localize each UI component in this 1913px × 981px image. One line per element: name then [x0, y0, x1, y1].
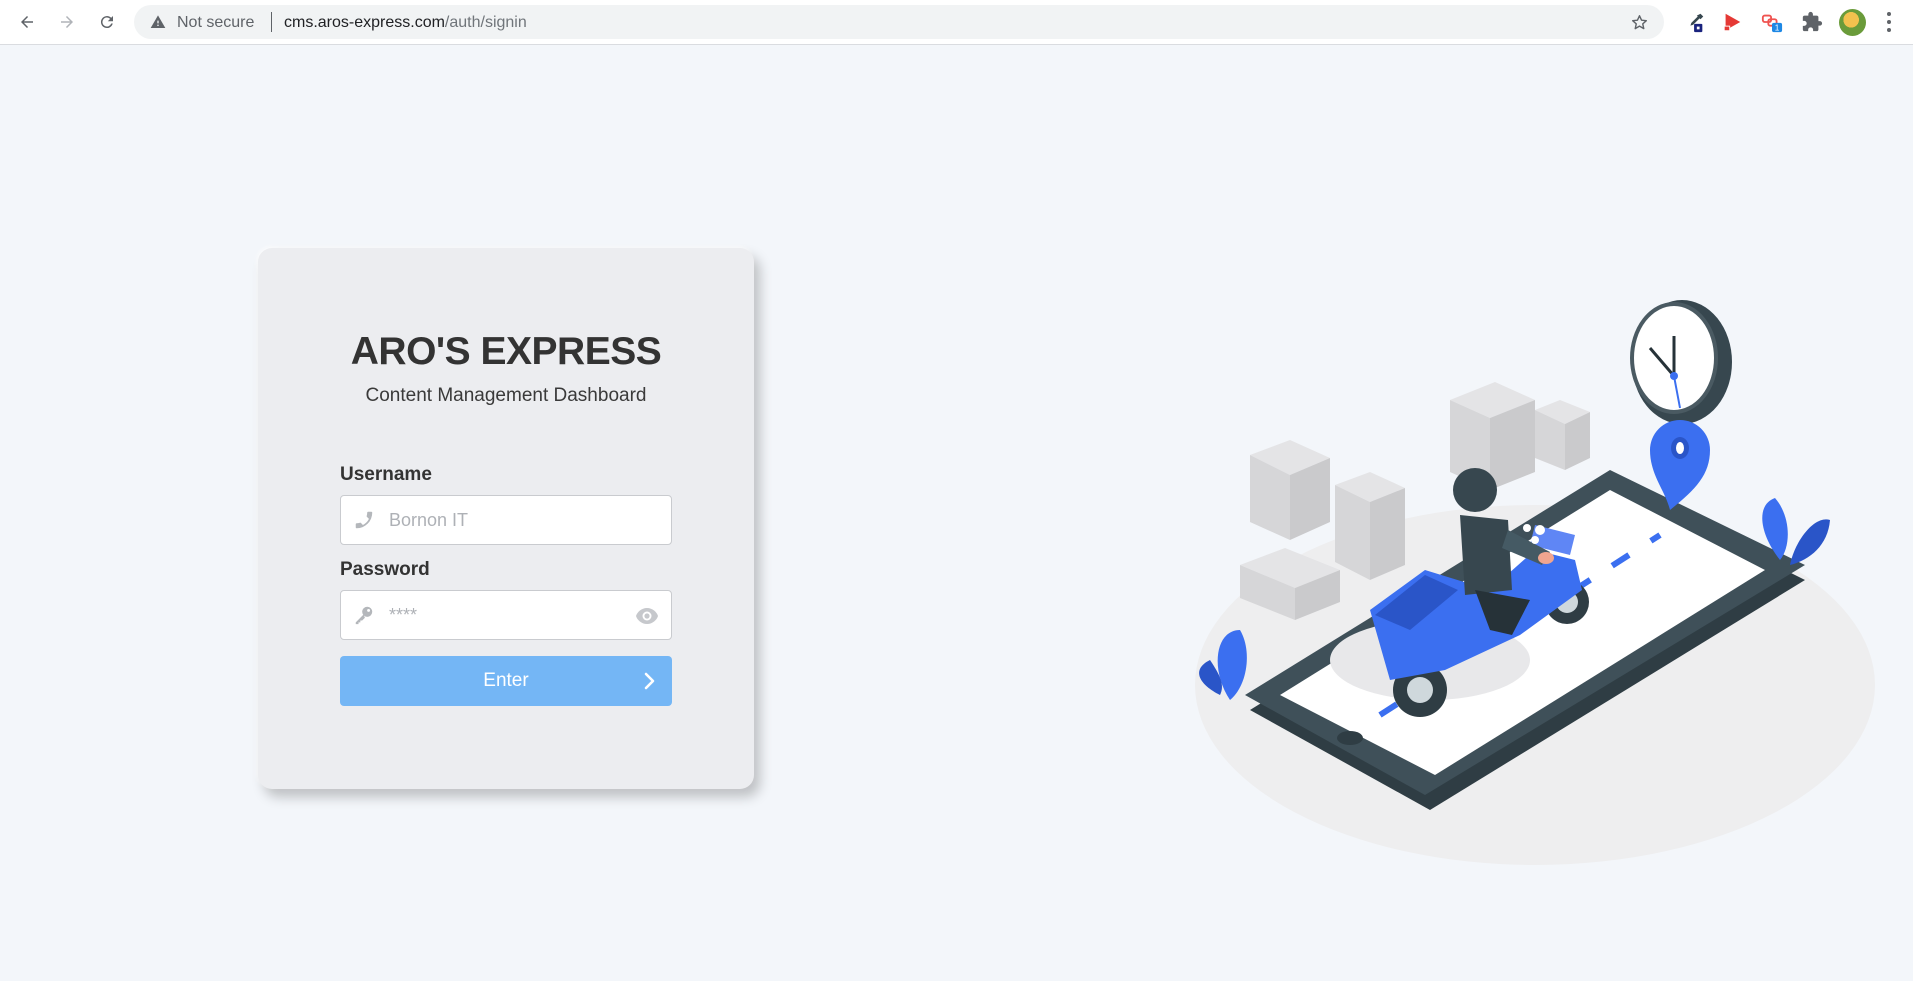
reload-button[interactable] [94, 9, 120, 35]
enter-button-label: Enter [483, 670, 529, 691]
url-host: cms.aros-express.com [284, 14, 445, 31]
puzzle-icon [1802, 11, 1823, 32]
clock-icon [1630, 300, 1732, 424]
extension-video[interactable] [1720, 10, 1744, 34]
enter-button[interactable]: Enter [340, 656, 672, 706]
profile-avatar[interactable] [1839, 9, 1866, 36]
forward-button[interactable] [54, 9, 80, 35]
extension-badge-count: 1 [1775, 24, 1780, 33]
back-button[interactable] [14, 9, 40, 35]
url-path: /auth/signin [444, 14, 527, 31]
login-card: ARO'S EXPRESS Content Management Dashboa… [258, 248, 754, 789]
eye-icon[interactable] [635, 606, 659, 626]
security-status[interactable]: Not secure [177, 14, 254, 32]
browser-menu-button[interactable] [1884, 10, 1894, 34]
username-input[interactable] [389, 496, 629, 544]
password-input[interactable] [389, 591, 629, 639]
play-icon [1723, 13, 1741, 32]
link-chain-icon: 1 [1761, 14, 1783, 33]
url-text[interactable]: cms.aros-express.com/auth/signin [284, 14, 527, 32]
extension-eyedropper[interactable] [1683, 10, 1707, 34]
username-label: Username [340, 464, 432, 485]
browser-toolbar: Not secure cms.aros-express.com/auth/sig… [0, 0, 1913, 45]
brand-title: ARO'S EXPRESS [350, 330, 662, 373]
chevron-right-icon [644, 672, 655, 690]
address-bar[interactable]: Not secure cms.aros-express.com/auth/sig… [134, 5, 1664, 39]
arrow-right-icon [61, 16, 73, 28]
extensions-button[interactable] [1800, 10, 1824, 34]
phone-icon [355, 511, 373, 529]
reload-icon [100, 16, 113, 29]
password-label: Password [340, 559, 430, 580]
eyedropper-icon [1690, 13, 1704, 33]
extension-counter[interactable]: 1 [1760, 10, 1784, 34]
username-field[interactable] [340, 495, 672, 545]
delivery-illustration [1195, 300, 1875, 865]
brand-subtitle: Content Management Dashboard [365, 385, 647, 406]
star-icon[interactable] [1630, 13, 1649, 32]
key-icon [355, 606, 373, 625]
url-separator [271, 12, 272, 32]
arrow-left-icon [21, 16, 33, 28]
password-field[interactable] [340, 590, 672, 640]
warning-icon [150, 15, 166, 28]
